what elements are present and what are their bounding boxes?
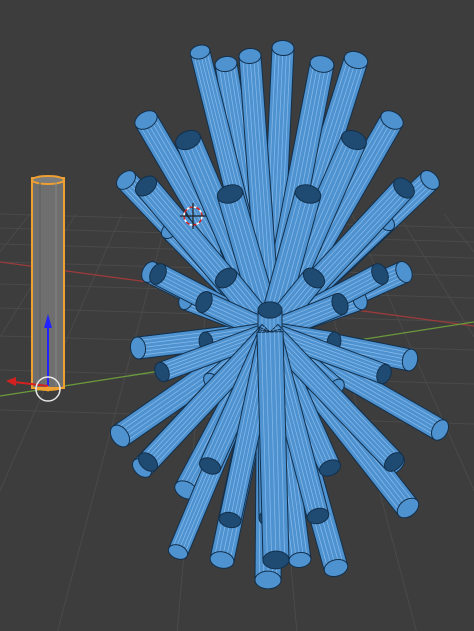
x-arrow-icon[interactable] — [6, 377, 16, 386]
3d-viewport[interactable] — [0, 0, 474, 631]
cluster-cylinder — [256, 331, 290, 570]
grid-line — [0, 213, 31, 253]
origin-dot-icon — [45, 386, 51, 392]
viewport-scene[interactable] — [0, 0, 474, 631]
grid-line — [443, 213, 474, 253]
cylinder-cluster-object[interactable] — [106, 40, 452, 590]
